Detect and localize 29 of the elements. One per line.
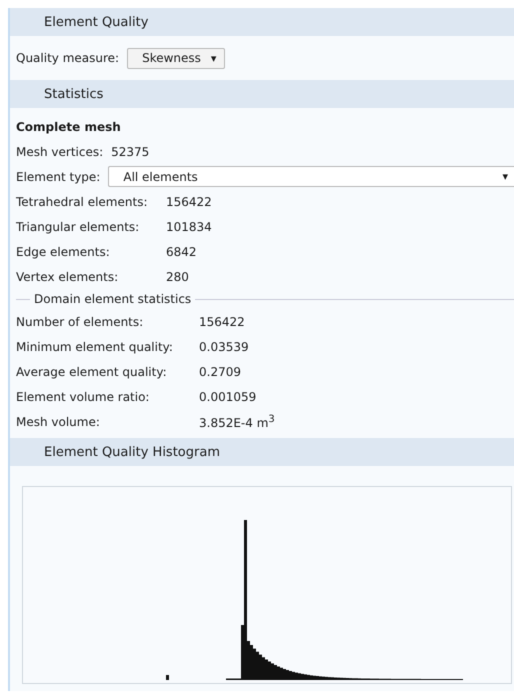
stat-label: Vertex elements: [16, 270, 120, 284]
stat-value: 3.852E-4 m$^{3}$ [199, 414, 275, 430]
stat-value: 0.2709 [199, 364, 241, 378]
section-header[interactable]: Element Quality [10, 8, 514, 36]
group-title: Domain element statistics [34, 292, 192, 306]
stat-label: Average element quality: [16, 364, 168, 378]
stat-label: Element volume ratio: [16, 390, 150, 404]
stat-value: 101834 [166, 220, 212, 234]
stat-label: Minimum element quality: [16, 340, 174, 354]
stat-value: 0.03539 [199, 340, 249, 354]
quality-measure-dropdown[interactable]: Skewness ▾ [127, 48, 226, 68]
field-label: Element type: [16, 170, 100, 184]
stat-value: 156422 [199, 314, 245, 328]
section-header[interactable]: Statistics [10, 80, 514, 108]
field-label: Quality measure: [16, 51, 120, 65]
section-heading: Complete mesh [16, 120, 121, 134]
stat-label: Number of elements: [16, 314, 144, 328]
stat-label: Mesh vertices: [16, 144, 104, 158]
stat-value: 6842 [166, 244, 197, 258]
stat-value: 156422 [166, 194, 212, 208]
stat-label: Edge elements: [16, 244, 111, 258]
section-header[interactable]: Element Quality Histogram [10, 438, 514, 466]
element-type-dropdown[interactable]: All elements ▾ [108, 166, 514, 187]
stat-value: 280 [166, 270, 189, 284]
stat-value: 52375 [111, 144, 150, 158]
stat-value: 0.001059 [199, 390, 256, 404]
stat-label: Tetrahedral elements: [16, 194, 148, 208]
stat-label: Triangular elements: [16, 220, 140, 234]
stat-label: Mesh volume: [16, 414, 101, 428]
